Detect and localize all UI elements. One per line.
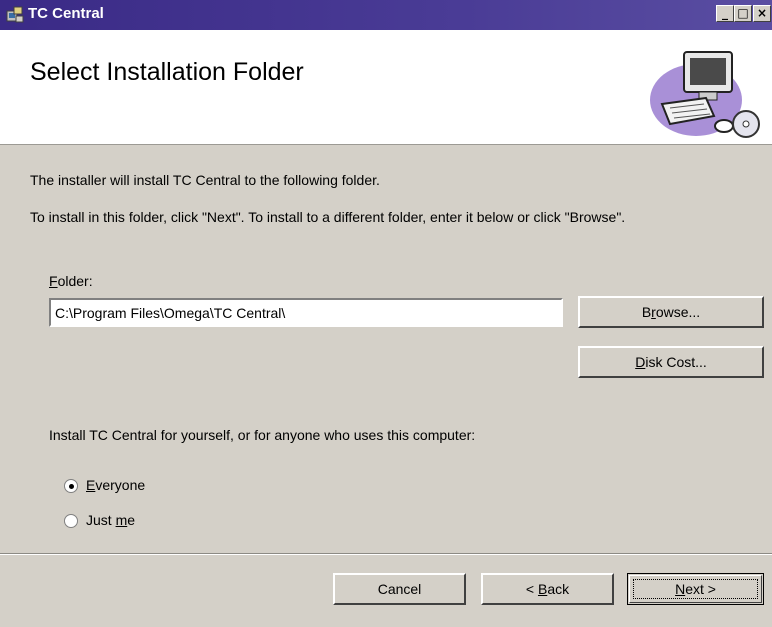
folder-path-input[interactable] <box>49 298 563 327</box>
focus-rect <box>633 579 758 599</box>
header-banner: Select Installation Folder <box>0 30 772 145</box>
installer-window: TC Central _ □ × Select Installation Fol… <box>0 0 772 627</box>
label-part: ack <box>547 581 570 597</box>
page-title: Select Installation Folder <box>30 58 304 86</box>
label-part: veryone <box>95 477 146 493</box>
browse-button[interactable]: Browse... <box>578 296 764 328</box>
mnemonic: E <box>86 477 96 493</box>
minimize-button[interactable]: _ <box>716 5 734 22</box>
computer-with-cd-icon <box>650 51 760 138</box>
mnemonic: B <box>537 581 548 597</box>
window-title: TC Central <box>28 5 104 22</box>
back-button[interactable]: < Back <box>481 573 614 605</box>
cancel-button[interactable]: Cancel <box>333 573 466 605</box>
title-bar[interactable]: TC Central _ □ × <box>0 0 772 30</box>
mnemonic: m <box>115 512 128 528</box>
label-part: isk Cost... <box>645 354 707 370</box>
label-part: owse... <box>655 304 701 320</box>
folder-label: Folder: <box>49 273 93 289</box>
radio-button[interactable] <box>64 514 78 528</box>
label-part: B <box>641 304 652 320</box>
radio-selected-dot <box>69 484 74 489</box>
maximize-button[interactable]: □ <box>734 5 752 22</box>
folder-label-text: older: <box>57 273 93 289</box>
mnemonic: D <box>635 354 646 370</box>
label-part: e <box>127 512 136 528</box>
install-for-prompt: Install TC Central for yourself, or for … <box>49 427 476 443</box>
label-part: < <box>525 581 538 597</box>
radio-label[interactable]: Everyone <box>86 477 145 493</box>
label-part: Just <box>86 512 116 528</box>
intro-text: The installer will install TC Central to… <box>30 172 380 188</box>
next-button[interactable]: Next > <box>627 573 764 605</box>
footer-separator <box>0 553 772 555</box>
instructions-text: To install in this folder, click "Next".… <box>30 209 626 225</box>
radio-button[interactable] <box>64 479 78 493</box>
mnemonic: F <box>49 273 58 289</box>
radio-label[interactable]: Just me <box>86 512 135 528</box>
disk-cost-button[interactable]: Disk Cost... <box>578 346 764 378</box>
installer-icon <box>6 6 24 23</box>
close-button[interactable]: × <box>753 5 771 22</box>
